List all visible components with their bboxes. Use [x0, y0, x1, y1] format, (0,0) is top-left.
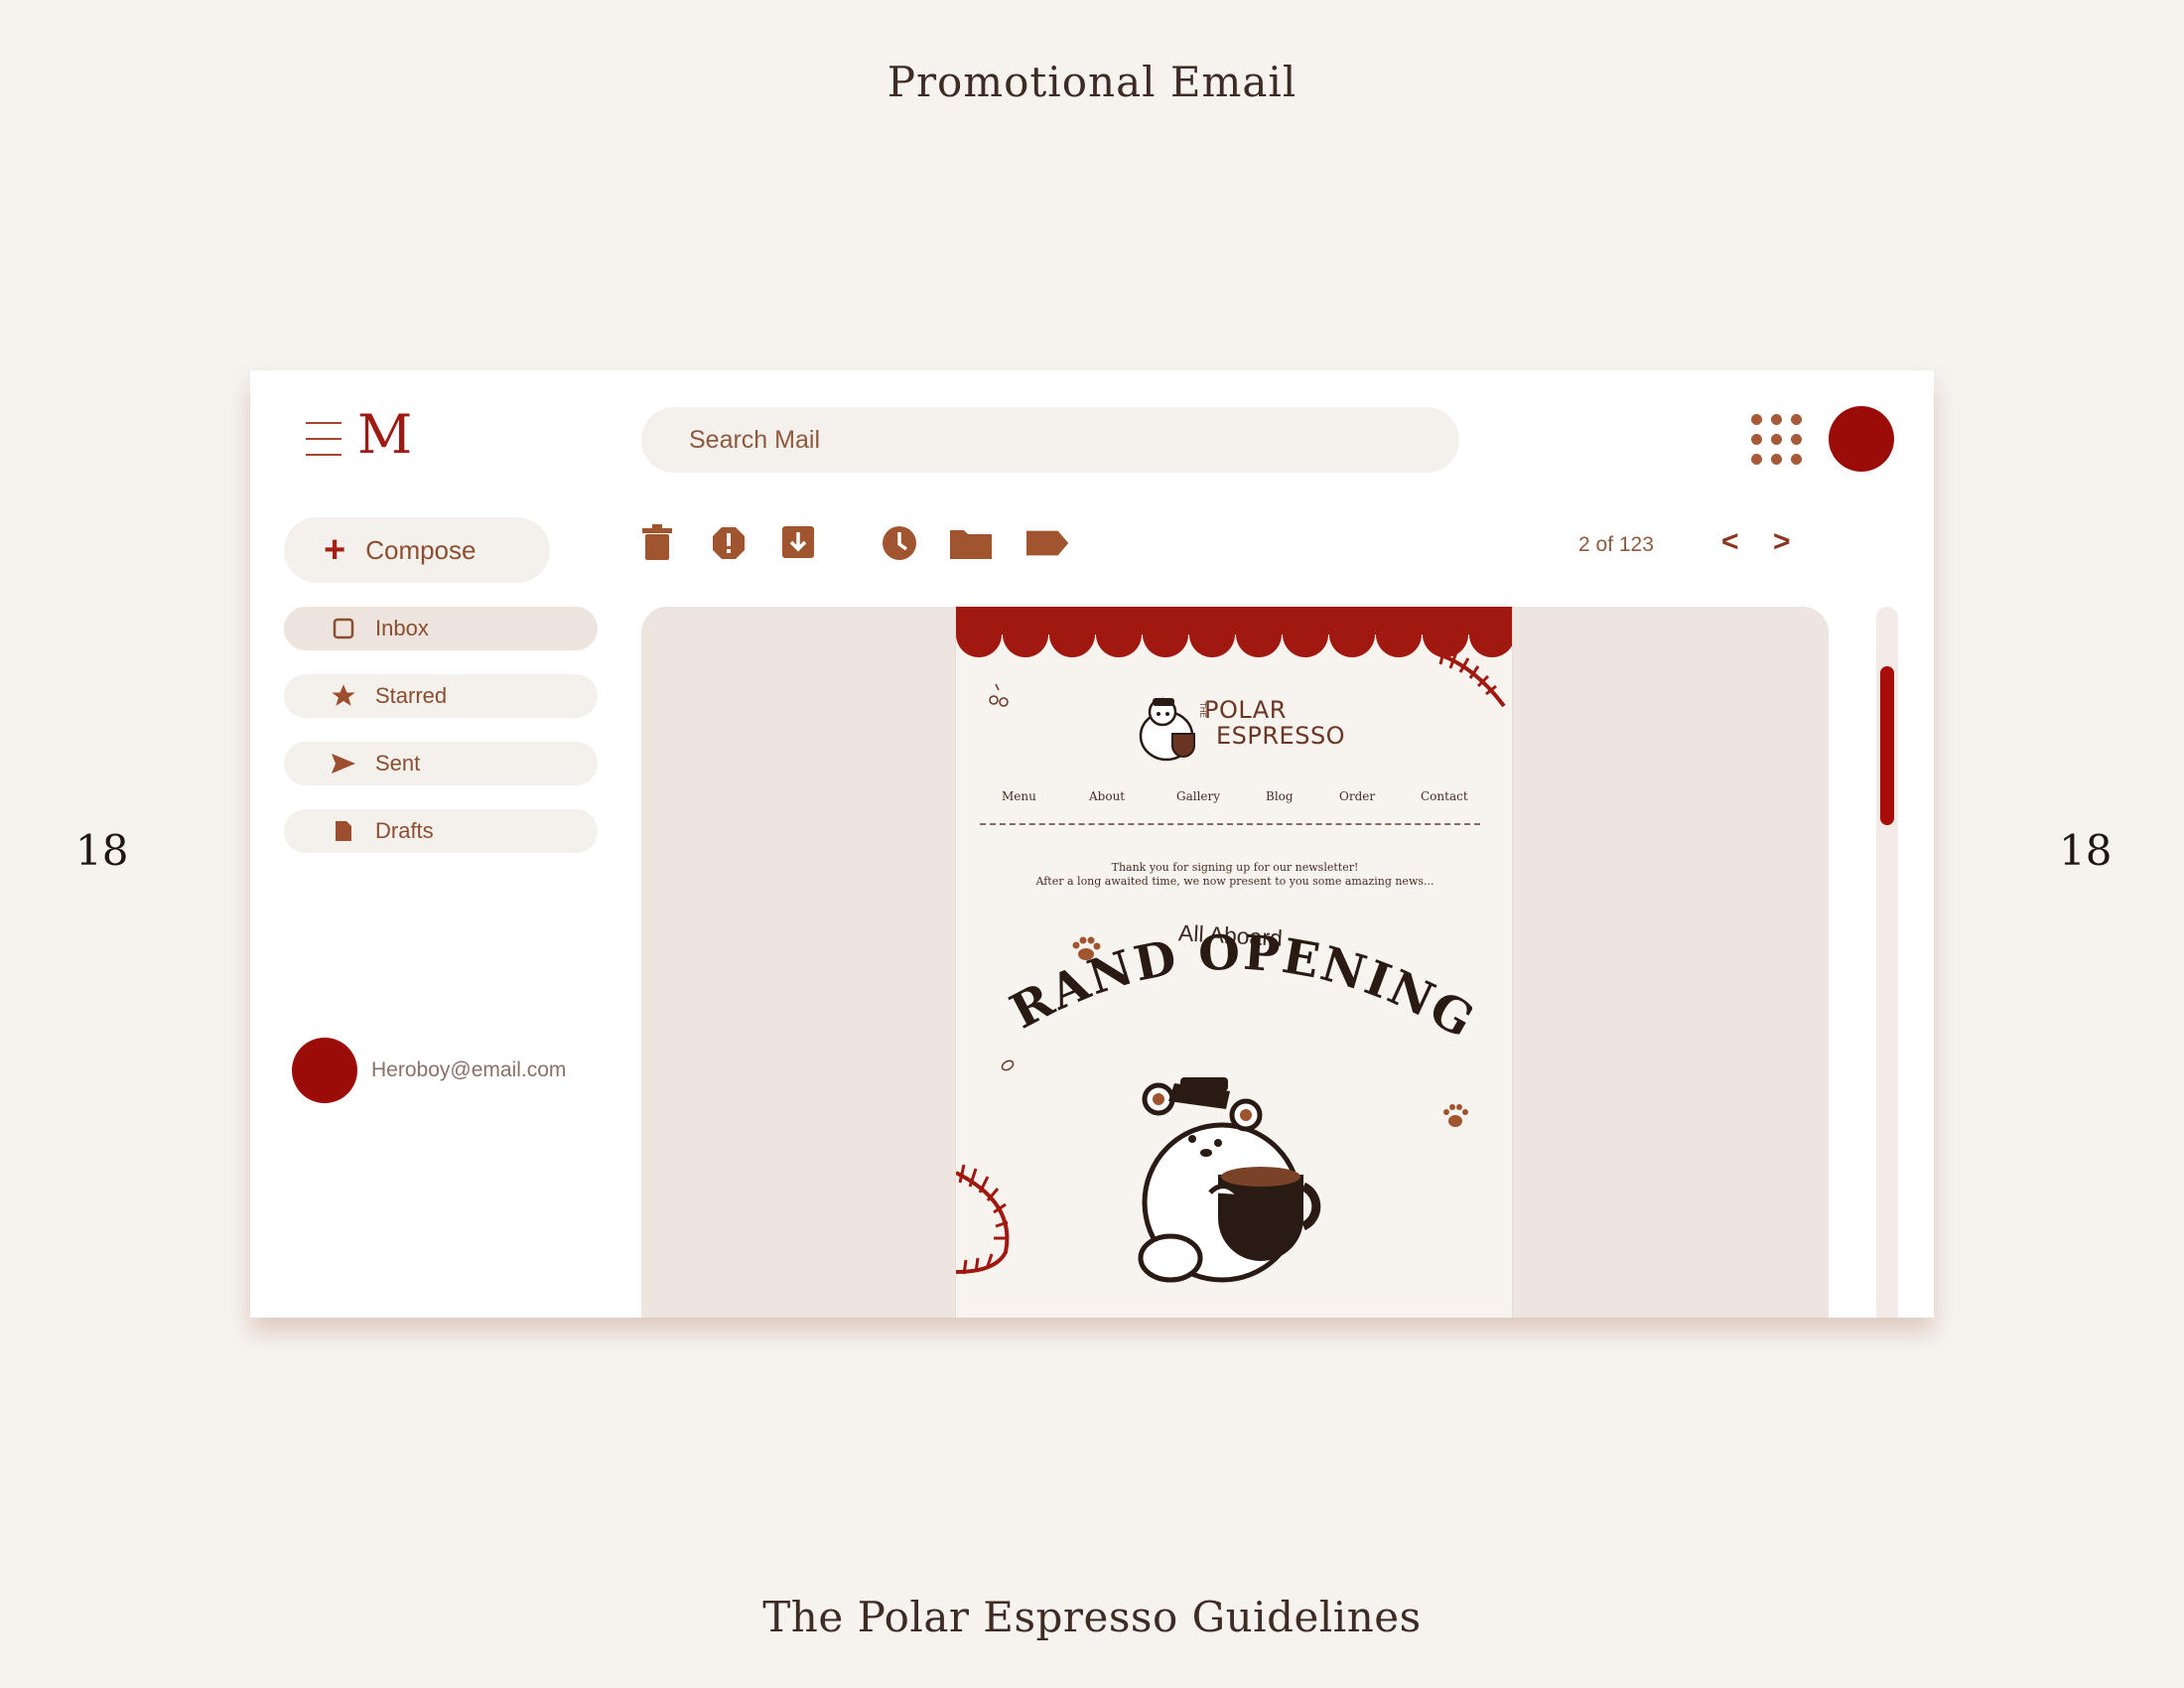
page-title: Promotional Email	[887, 58, 1297, 106]
svg-text:GRAND OPENING!: GRAND OPENING!	[996, 924, 1472, 1044]
page-number-left: 18	[75, 826, 129, 875]
menu-icon[interactable]	[306, 422, 341, 456]
folder-icon[interactable]	[949, 521, 993, 565]
report-icon[interactable]	[707, 521, 751, 565]
snooze-icon[interactable]	[878, 521, 921, 565]
compose-label: Compose	[365, 534, 477, 565]
brand-name-line1: POLAR	[1204, 696, 1287, 724]
sidebar-item-label: Sent	[375, 751, 421, 775]
sidebar-item-sent[interactable]: Sent	[284, 742, 598, 785]
coffee-bean-doodle	[989, 683, 1009, 707]
sidebar-item-label: Inbox	[375, 616, 429, 640]
polar-bear-logo	[1139, 697, 1195, 762]
sidebar-item-inbox[interactable]: Inbox	[284, 607, 598, 650]
apps-grid-icon[interactable]	[1751, 414, 1805, 468]
account-email: Heroboy@email.com	[371, 1058, 567, 1081]
scalloped-awning	[956, 607, 1512, 657]
email-preview-pane: THE POLAR ESPRESSO Menu About Gallery Bl…	[641, 607, 1829, 1318]
mail-window: M Search Mail + Compose Inbox Starred Se…	[250, 370, 1934, 1318]
inbox-icon	[330, 615, 357, 642]
scrollbar[interactable]	[1876, 607, 1898, 1318]
email-nav-about[interactable]: About	[1089, 789, 1125, 803]
sidebar-item-label: Drafts	[375, 818, 434, 843]
sidebar-item-drafts[interactable]: Drafts	[284, 809, 598, 853]
account-avatar[interactable]	[1829, 406, 1894, 472]
rail-track-decoration	[1437, 647, 1506, 708]
sidebar-item-label: Starred	[375, 683, 448, 708]
page-number-right: 18	[2059, 826, 2113, 875]
draft-icon	[330, 817, 357, 845]
rail-track-decoration	[956, 1164, 1010, 1275]
account-card[interactable]: Heroboy@email.com	[292, 1038, 566, 1103]
email-body: THE POLAR ESPRESSO Menu About Gallery Bl…	[955, 607, 1513, 1318]
paw-print-icon	[1072, 936, 1101, 960]
archive-icon[interactable]	[776, 521, 820, 565]
coffee-bean-doodle	[1001, 1059, 1015, 1071]
email-nav-menu[interactable]: Menu	[1002, 789, 1036, 803]
pagination-count: 2 of 123	[1578, 533, 1654, 556]
thank-you-text: Thank you for signing up for our newslet…	[956, 861, 1512, 889]
prev-button[interactable]: <	[1721, 525, 1739, 559]
thanks-line-1: Thank you for signing up for our newslet…	[1111, 861, 1359, 874]
sidebar-item-starred[interactable]: Starred	[284, 674, 598, 718]
email-nav-blog[interactable]: Blog	[1266, 789, 1294, 803]
thanks-line-2: After a long awaited time, we now presen…	[1035, 875, 1434, 888]
headline-text: GRAND OPENING!	[996, 924, 1472, 1044]
brand-name-line2: ESPRESSO	[1216, 722, 1346, 750]
paw-print-icon	[1443, 1104, 1468, 1127]
account-avatar-small	[292, 1038, 357, 1103]
page-footer: The Polar Espresso Guidelines	[762, 1593, 1422, 1641]
next-button[interactable]: >	[1773, 525, 1791, 559]
grand-opening-headline: GRAND OPENING!	[996, 924, 1472, 1044]
email-nav-order[interactable]: Order	[1339, 789, 1375, 803]
scrollbar-thumb[interactable]	[1880, 666, 1894, 825]
label-icon[interactable]	[1026, 521, 1070, 565]
compose-button[interactable]: + Compose	[284, 517, 550, 583]
email-nav-contact[interactable]: Contact	[1421, 789, 1468, 803]
mail-logo[interactable]: M	[357, 408, 412, 462]
search-input[interactable]: Search Mail	[641, 407, 1459, 473]
send-icon	[330, 750, 357, 777]
dashed-divider	[980, 823, 1480, 825]
email-nav-gallery[interactable]: Gallery	[1176, 789, 1220, 803]
star-icon	[330, 682, 357, 710]
plus-icon: +	[324, 529, 346, 571]
polar-bear-mascot	[1138, 1077, 1321, 1283]
trash-icon[interactable]	[635, 521, 679, 565]
